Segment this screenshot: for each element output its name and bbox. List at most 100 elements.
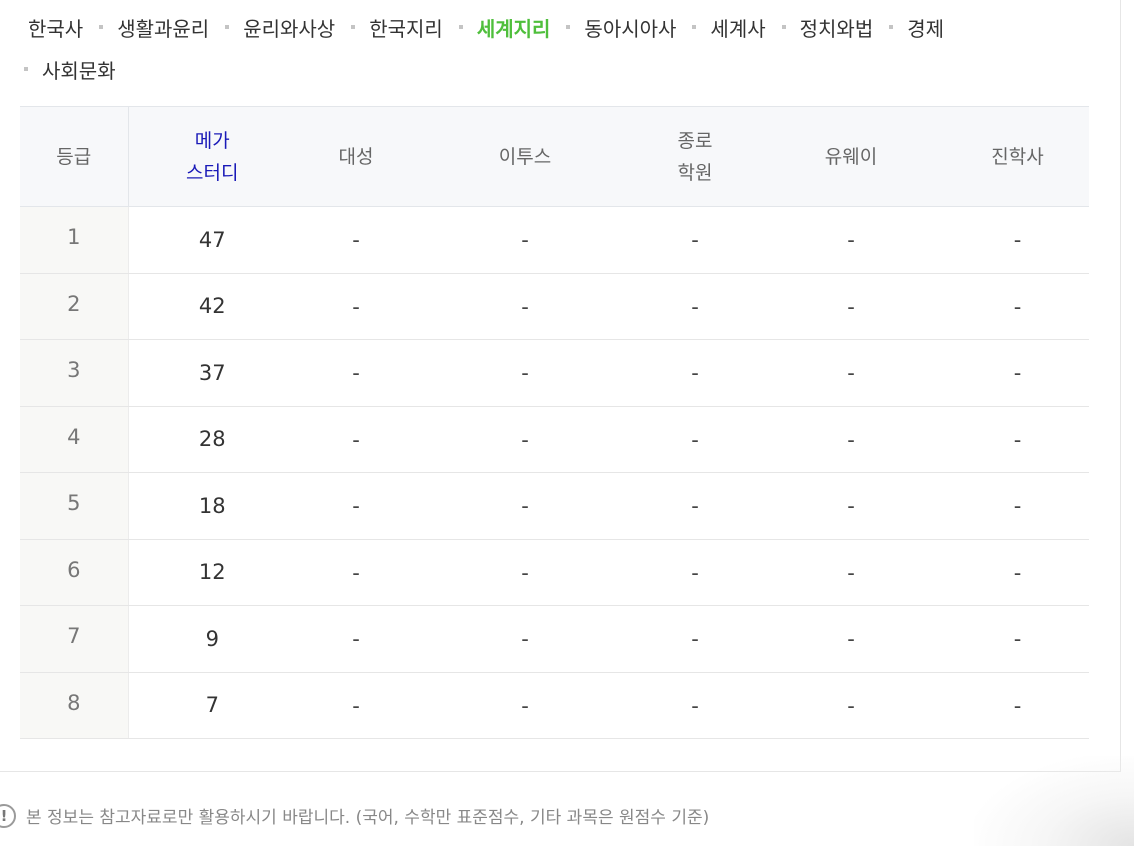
cell-mega: 7 <box>128 672 296 739</box>
cell-daesung: - <box>296 472 416 540</box>
header-megastudy: 메가 스터디 <box>128 106 296 207</box>
cell-daesung: - <box>296 672 416 739</box>
page: 한국사 생활과윤리 윤리와사상 한국지리 세계지리 동아시아사 세계사 정치와법 경제 사회문화… <box>0 0 1134 846</box>
table-row: 79----- <box>20 605 1089 673</box>
cell-jinhak: - <box>946 339 1089 407</box>
header-uway: 유웨이 <box>756 106 946 207</box>
subject-tab-label: 한국지리 <box>369 16 443 41</box>
cell-jinhak: - <box>946 472 1089 540</box>
subject-tab-label: 한국사 <box>28 16 84 41</box>
header-jinhak: 진학사 <box>946 106 1089 207</box>
table-row: 1 47- - - - - <box>20 206 1089 274</box>
cell-etoos: - <box>416 605 634 673</box>
subject-tab[interactable]: 한국지리 <box>339 13 447 42</box>
cell-uway: - <box>756 406 946 473</box>
cell-jinhak: - <box>946 672 1089 739</box>
subject-tab[interactable]: 사회문화 <box>24 55 120 84</box>
cell-jinhak: - <box>946 273 1089 340</box>
header-megastudy-line2: 스터디 <box>186 161 239 184</box>
subject-tab[interactable]: 정치와법 <box>770 13 878 42</box>
tab-separator <box>781 25 786 29</box>
grade-cut-table: 등급 메가 스터디 대성 이투스 종로 학원 유웨이 진학사 1 47- - - - -2… <box>20 106 1089 739</box>
cell-uway: - <box>756 539 946 606</box>
table-row: 87----- <box>20 672 1089 739</box>
header-grade: 등급 <box>20 106 129 207</box>
subject-tabs-row-2: 사회문화 <box>24 48 1104 90</box>
subject-tabs-row-1: 한국사 생활과윤리 윤리와사상 한국지리 세계지리 동아시아사 세계사 정치와법 경제 <box>24 6 1104 48</box>
cell-jinhak: - <box>946 406 1089 473</box>
cell-jinhak: - <box>946 206 1089 274</box>
tab-separator <box>458 25 463 29</box>
cell-mega: 9 <box>128 605 296 673</box>
cell-jongro: - <box>634 472 756 540</box>
cell-mega: 47 <box>128 206 296 274</box>
header-jongro-line2: 학원 <box>677 161 713 184</box>
cell-daesung: - <box>296 206 416 274</box>
subject-tab-label: 세계사 <box>710 16 766 41</box>
tab-separator <box>24 67 28 71</box>
subject-tab[interactable]: 세계사 <box>680 13 769 42</box>
cell-etoos: - <box>416 472 634 540</box>
cell-mega: 28 <box>128 406 296 473</box>
cell-etoos: - <box>416 339 634 407</box>
header-etoos: 이투스 <box>416 106 634 207</box>
cell-grade: 5 <box>20 472 129 540</box>
subject-tab-label: 정치와법 <box>799 16 874 41</box>
header-daesung: 대성 <box>296 106 416 207</box>
cell-jinhak: - <box>946 539 1089 606</box>
cell-jongro: - <box>634 406 756 473</box>
cell-uway: - <box>756 605 946 673</box>
cell-grade: 1 <box>20 206 129 274</box>
cell-mega: 42 <box>128 273 296 340</box>
cell-etoos: - <box>416 539 634 606</box>
cell-daesung: - <box>296 406 416 473</box>
cell-mega: 12 <box>128 539 296 606</box>
header-jongro-line1: 종로 <box>677 129 713 152</box>
cell-grade: 7 <box>20 605 129 673</box>
corner-shadow <box>974 756 1134 846</box>
header-jongro: 종로 학원 <box>634 106 756 207</box>
cell-uway: - <box>756 672 946 739</box>
tab-separator <box>889 25 894 29</box>
subject-tab-label: 생활과윤리 <box>117 16 210 41</box>
table-body: 1 47- - - - -2 42- - - - -3 37- - - - -4 28- - - - -5 18- - - - -… <box>20 206 1089 739</box>
table-row: 4 28- - - - - <box>20 406 1089 473</box>
notice-text: 본 정보는 참고자료로만 활용하시기 바랍니다. (국어, 수학만 표준점수, … <box>26 808 710 828</box>
tab-separator <box>351 25 356 29</box>
cell-grade: 8 <box>20 672 129 739</box>
cell-etoos: - <box>416 672 634 739</box>
tab-separator <box>566 25 571 29</box>
subject-tab-label: 경제 <box>907 16 945 41</box>
subject-tab-label: 동아시아사 <box>584 16 677 41</box>
cell-etoos: - <box>416 406 634 473</box>
cell-grade: 2 <box>20 273 129 340</box>
tab-separator <box>99 25 104 29</box>
tab-separator <box>692 25 697 29</box>
subject-tab[interactable]: 생활과윤리 <box>87 13 213 42</box>
notice: ! 본 정보는 참고자료로만 활용하시기 바랍니다. (국어, 수학만 표준점수… <box>0 803 709 828</box>
cell-etoos: - <box>416 273 634 340</box>
subject-tab[interactable]: 세계지리 <box>447 13 555 42</box>
cell-uway: - <box>756 472 946 540</box>
cell-uway: - <box>756 206 946 274</box>
cell-uway: - <box>756 273 946 340</box>
table-row: 2 42- - - - - <box>20 273 1089 340</box>
cell-jongro: - <box>634 339 756 407</box>
cell-etoos: - <box>416 206 634 274</box>
exclamation-circle-icon: ! <box>0 803 16 828</box>
subject-tab[interactable]: 동아시아사 <box>554 13 680 42</box>
subject-tab[interactable]: 한국사 <box>24 13 87 42</box>
subject-tabs: 한국사 생활과윤리 윤리와사상 한국지리 세계지리 동아시아사 세계사 정치와법 경제 사회문화 <box>24 6 1104 90</box>
subject-tab-label: 세계지리 <box>476 16 551 41</box>
cell-grade: 6 <box>20 539 129 606</box>
table-row: 3 37- - - - - <box>20 339 1089 407</box>
tab-separator <box>225 25 230 29</box>
subject-tab-label: 사회문화 <box>42 58 116 83</box>
subject-tab[interactable]: 윤리와사상 <box>213 13 339 42</box>
cell-mega: 37 <box>128 339 296 407</box>
table-row: 5 18- - - - - <box>20 472 1089 540</box>
cell-jinhak: - <box>946 605 1089 673</box>
subject-tab[interactable]: 경제 <box>877 13 948 42</box>
cell-jongro: - <box>634 206 756 274</box>
cell-uway: - <box>756 339 946 407</box>
